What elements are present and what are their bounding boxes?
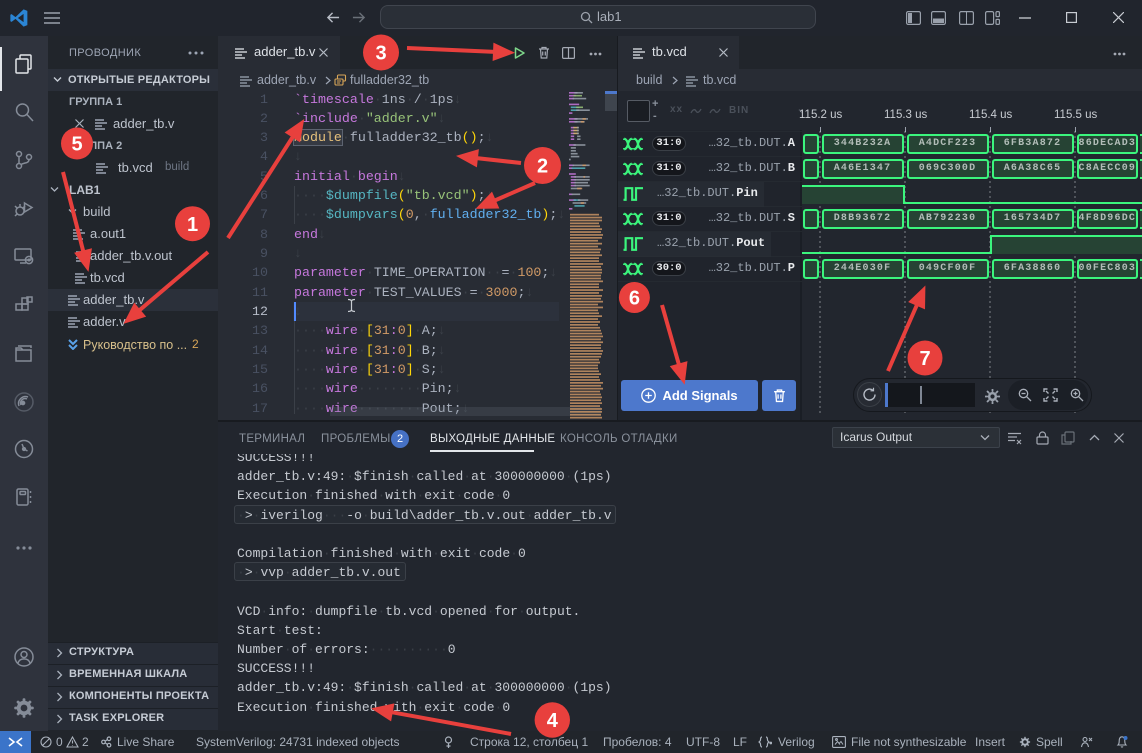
svg-text:3: 3 bbox=[375, 43, 386, 65]
svg-text:2: 2 bbox=[537, 156, 548, 178]
svg-text:5: 5 bbox=[71, 134, 82, 156]
svg-text:4: 4 bbox=[547, 710, 559, 732]
svg-text:6: 6 bbox=[629, 288, 640, 310]
svg-text:1: 1 bbox=[187, 214, 198, 236]
svg-text:7: 7 bbox=[919, 348, 930, 370]
